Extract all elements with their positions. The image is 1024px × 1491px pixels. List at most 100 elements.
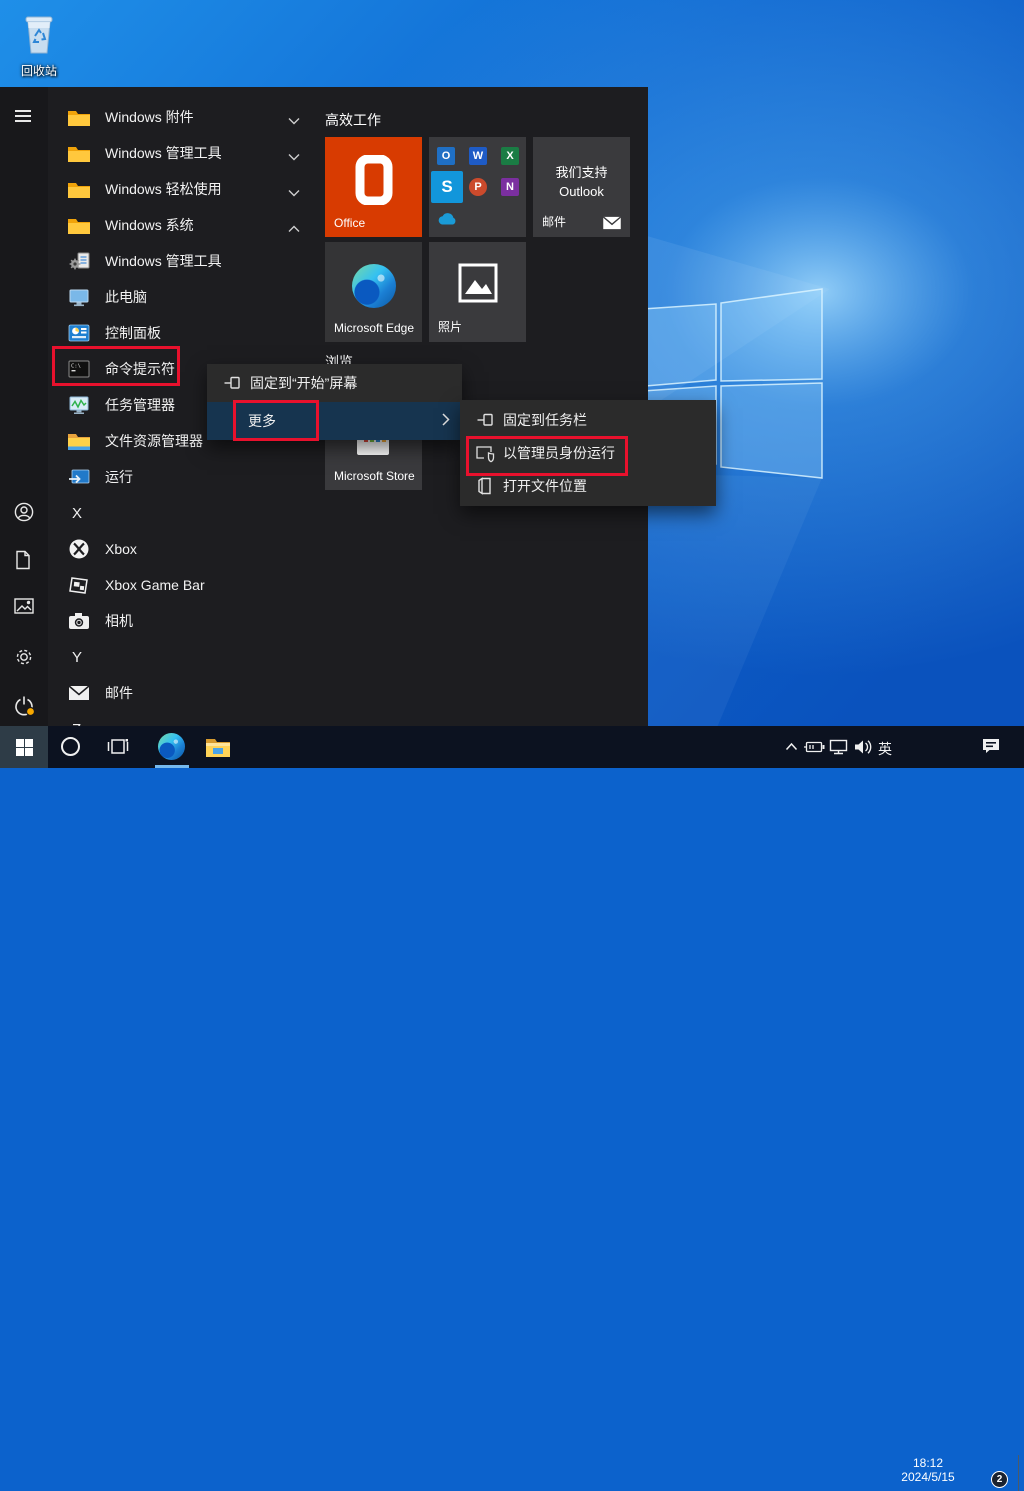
folder-icon <box>67 142 91 164</box>
notification-count-badge: 2 <box>991 1471 1008 1488</box>
app-item-label: Xbox Game Bar <box>105 577 205 593</box>
file-location-icon <box>475 476 495 496</box>
powerpoint-mini-icon: P <box>469 178 487 196</box>
app-item-this-pc[interactable]: 此电脑 <box>48 279 320 315</box>
app-folder-windows-system[interactable]: Windows 系统 <box>48 207 320 243</box>
tile-label: 邮件 <box>542 213 566 230</box>
submenu-item-pin-to-taskbar[interactable]: 固定到任务栏 <box>460 403 716 436</box>
update-badge-dot <box>27 708 35 716</box>
tray-show-hidden-icons-chevron[interactable] <box>785 742 798 751</box>
menu-item-label: 固定到“开始”屏幕 <box>250 373 357 393</box>
chevron-down-icon <box>288 148 300 164</box>
tile-label: Microsoft Edge <box>334 321 414 335</box>
app-item-label: 相机 <box>105 611 133 631</box>
tile-office[interactable]: Office <box>325 137 422 237</box>
app-folder-windows-accessories[interactable]: Windows 附件 <box>48 99 320 135</box>
tile-mail[interactable]: 我们支持 Outlook 邮件 <box>533 137 630 237</box>
task-view-button[interactable] <box>107 736 130 757</box>
tray-network-icon[interactable] <box>829 739 848 755</box>
tray-date: 2024/5/15 <box>896 1470 960 1484</box>
pin-icon <box>222 373 242 393</box>
menu-item-pin-to-start[interactable]: 固定到“开始”屏幕 <box>207 364 462 402</box>
app-item-xbox-game-bar[interactable]: Xbox Game Bar <box>48 567 320 603</box>
annotation-box-more <box>233 400 319 441</box>
chevron-right-icon <box>442 413 450 429</box>
app-item-label: Windows 管理工具 <box>105 251 222 271</box>
control-panel-icon <box>67 322 91 344</box>
expand-menu-icon[interactable] <box>14 109 34 129</box>
app-item-label: 文件资源管理器 <box>105 431 203 451</box>
tray-volume-icon[interactable] <box>854 739 873 755</box>
annotation-box-run-as-administrator <box>466 436 628 476</box>
menu-item-label: 固定到任务栏 <box>503 410 587 430</box>
settings-gear-icon[interactable] <box>14 647 34 667</box>
section-letter-label: X <box>72 505 82 522</box>
menu-item-label: 打开文件位置 <box>503 476 587 496</box>
annotation-box-command-prompt <box>52 346 180 386</box>
chevron-down-icon <box>288 112 300 128</box>
user-account-icon[interactable] <box>14 502 34 522</box>
section-letter-y[interactable]: Y <box>48 639 320 675</box>
tile-office-suite[interactable]: O W X S P N <box>429 137 526 237</box>
app-item-mail[interactable]: 邮件 <box>48 675 320 711</box>
xbox-icon <box>67 538 91 560</box>
game-bar-icon <box>67 574 91 596</box>
chevron-down-icon <box>288 184 300 200</box>
tray-battery-icon[interactable] <box>803 741 825 753</box>
task-manager-icon <box>67 394 91 416</box>
skype-mini-icon: S <box>431 171 463 203</box>
run-icon <box>67 466 91 488</box>
mail-tile-text: 我们支持 Outlook <box>533 163 630 201</box>
office-logo-icon <box>355 155 393 205</box>
app-item-label: 邮件 <box>105 683 133 703</box>
power-icon[interactable] <box>14 695 34 715</box>
taskbar-file-explorer-icon[interactable] <box>205 736 231 758</box>
cortana-button[interactable] <box>61 737 80 756</box>
show-desktop-divider[interactable] <box>1018 1455 1019 1491</box>
pin-icon <box>475 410 495 430</box>
recycle-bin-label: 回收站 <box>10 62 68 79</box>
this-pc-icon <box>67 286 91 308</box>
envelope-icon <box>602 216 622 230</box>
app-item-label: 控制面板 <box>105 323 161 343</box>
action-center-icon[interactable] <box>981 737 1001 755</box>
camera-icon <box>67 610 91 632</box>
tile-label: Office <box>334 216 365 230</box>
app-item-run[interactable]: 运行 <box>48 459 320 495</box>
word-mini-icon: W <box>469 147 487 165</box>
onedrive-mini-icon <box>437 212 459 226</box>
app-folder-label: Windows 轻松使用 <box>105 179 222 199</box>
taskbar-edge-icon[interactable] <box>158 733 185 760</box>
tray-ime-indicator[interactable]: 英 <box>878 739 892 759</box>
app-item-xbox[interactable]: Xbox <box>48 531 320 567</box>
tile-microsoft-edge[interactable]: Microsoft Edge <box>325 242 422 342</box>
tile-group-title: 高效工作 <box>325 110 381 130</box>
app-item-camera[interactable]: 相机 <box>48 603 320 639</box>
recycle-bin-icon <box>17 43 61 60</box>
app-folder-label: Windows 管理工具 <box>105 143 222 163</box>
tile-label: Microsoft Store <box>334 469 415 483</box>
pictures-icon[interactable] <box>14 598 34 618</box>
folder-icon <box>67 178 91 200</box>
app-folder-windows-ease-of-access[interactable]: Windows 轻松使用 <box>48 171 320 207</box>
tile-photos[interactable]: 照片 <box>429 242 526 342</box>
tray-time: 18:12 <box>896 1456 960 1470</box>
chevron-up-icon <box>288 220 300 236</box>
mail-icon <box>67 682 91 704</box>
folder-icon <box>67 214 91 236</box>
edge-logo-icon <box>352 264 396 308</box>
app-item-label: 运行 <box>105 467 133 487</box>
outlook-mini-icon: O <box>437 147 455 165</box>
app-folder-label: Windows 系统 <box>105 215 194 235</box>
app-folder-windows-admin-tools[interactable]: Windows 管理工具 <box>48 135 320 171</box>
recycle-bin-desktop-icon[interactable]: 回收站 <box>10 8 68 79</box>
app-item-windows-admin-tools[interactable]: Windows 管理工具 <box>48 243 320 279</box>
folder-icon <box>67 106 91 128</box>
start-button[interactable] <box>0 726 48 768</box>
section-letter-x[interactable]: X <box>48 495 320 531</box>
excel-mini-icon: X <box>501 147 519 165</box>
windows-logo-icon <box>16 739 33 756</box>
tray-clock[interactable]: 18:12 2024/5/15 <box>896 1456 960 1484</box>
documents-icon[interactable] <box>14 550 34 570</box>
section-letter-z[interactable]: Z <box>48 711 320 726</box>
